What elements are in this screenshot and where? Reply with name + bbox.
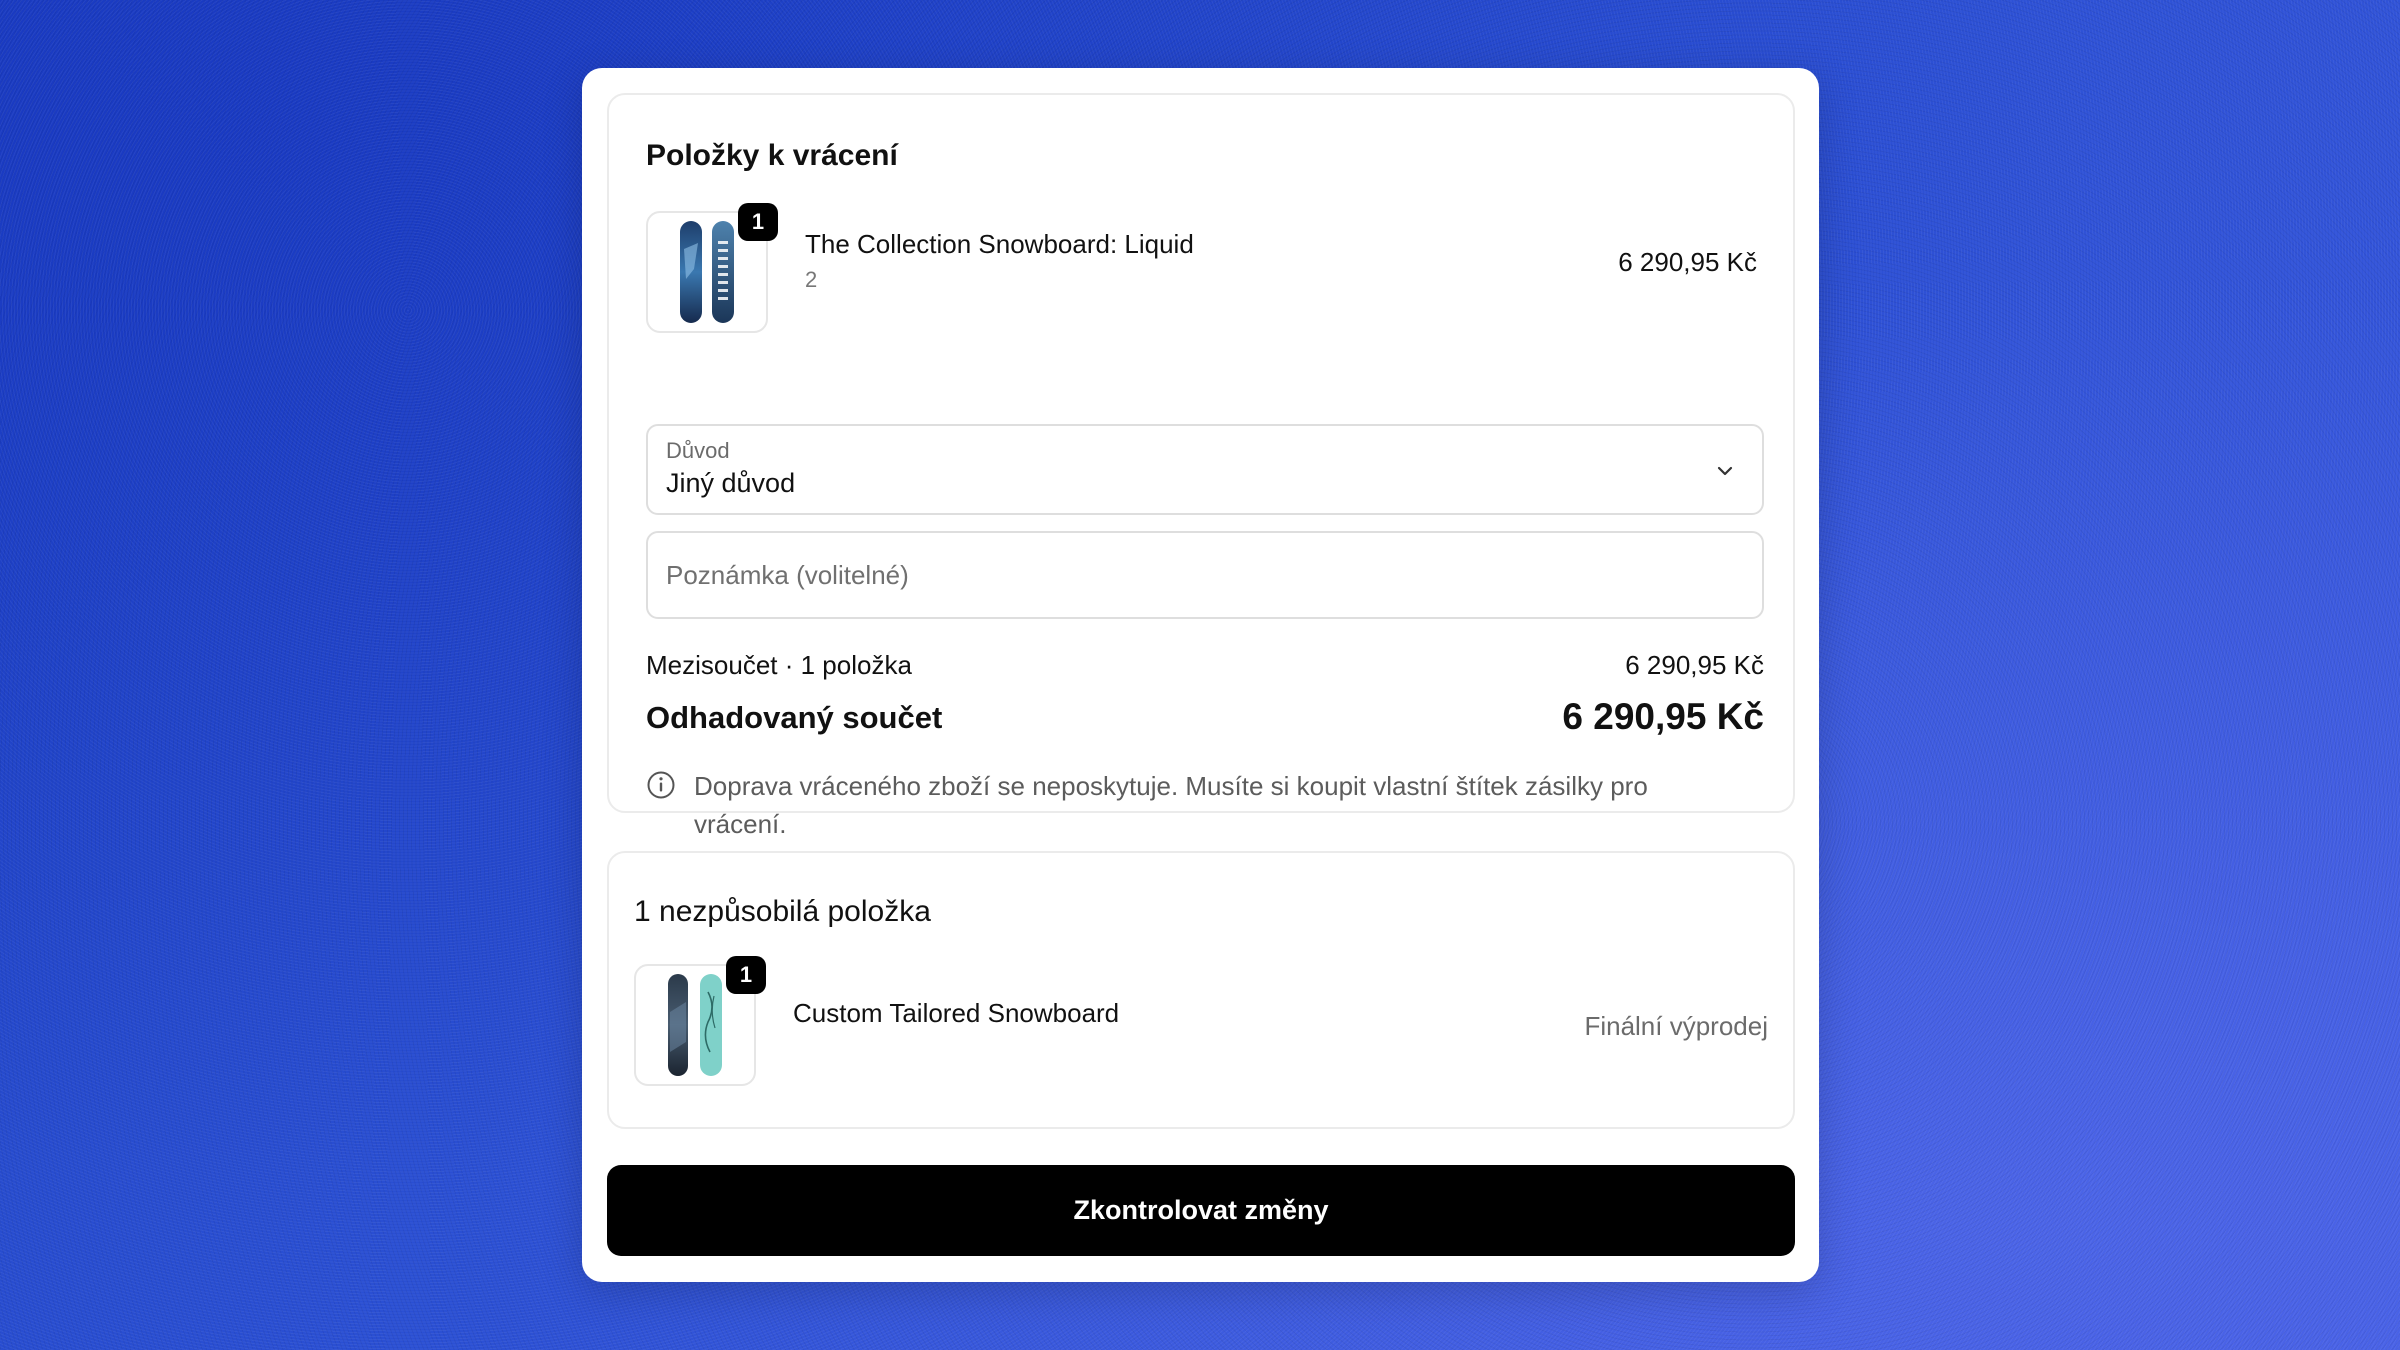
reason-select[interactable]: Důvod Jiný důvod [646,424,1764,515]
ineligible-title: 1 nezpůsobilá položka [634,895,931,928]
product-name: The Collection Snowboard: Liquid [805,229,1194,259]
snowboard-image [668,974,722,1076]
total-value: 6 290,95 Kč [1562,696,1764,737]
ineligible-items-card: 1 nezpůsobilá položka 1 Custom Tailored … [607,851,1795,1129]
quantity-badge: 1 [738,203,778,241]
reason-value: Jiný důvod [666,468,796,498]
note-input[interactable] [646,531,1764,619]
product-name: Custom Tailored Snowboard [793,998,1120,1028]
chevron-down-icon [1717,466,1733,476]
return-items-title: Položky k vrácení [646,139,898,172]
return-items-card: Položky k vrácení 1 The Collection Snowb… [607,93,1795,839]
shipping-info-text: Doprava vráceného zboží se neposkytuje. … [694,771,1648,839]
quantity-badge: 1 [726,956,766,994]
info-icon [647,771,675,799]
snowboard-image [680,221,734,323]
subtotal-label: Mezisoučet · 1 položka [646,650,912,680]
return-dialog: Položky k vrácení 1 The Collection Snowb… [582,68,1819,1282]
product-thumbnail: 1 [646,203,778,333]
total-label: Odhadovaný součet [646,700,943,735]
product-subtext: 2 [805,267,818,292]
final-sale-status: Finální výprodej [1584,1011,1768,1041]
product-price: 6 290,95 Kč [1618,247,1757,277]
subtotal-value: 6 290,95 Kč [1625,650,1764,680]
product-thumbnail: 1 [634,956,766,1086]
reason-label: Důvod [666,438,730,463]
review-changes-button[interactable]: Zkontrolovat změny [607,1165,1795,1256]
